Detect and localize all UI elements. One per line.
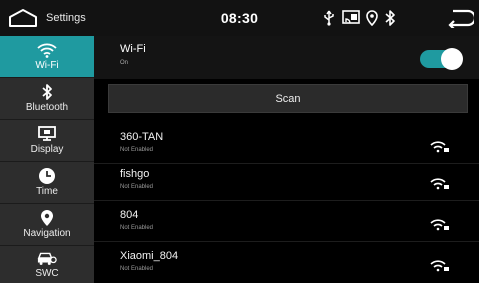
location-pin-icon <box>37 210 57 226</box>
sidebar-item-bluetooth[interactable]: Bluetooth <box>0 78 94 119</box>
wifi-locked-icon <box>430 219 449 231</box>
sidebar-item-label: SWC <box>35 268 59 279</box>
wifi-locked-icon <box>430 260 449 272</box>
bluetooth-icon <box>385 10 395 26</box>
scan-button[interactable]: Scan <box>108 84 468 113</box>
sidebar-item-wifi[interactable]: Wi-Fi <box>0 36 94 77</box>
wifi-title: Wi-Fi <box>120 43 146 55</box>
usb-icon <box>324 10 334 26</box>
sidebar-item-navigation[interactable]: Navigation <box>0 204 94 245</box>
sidebar-item-label: Bluetooth <box>25 102 69 113</box>
wifi-locked-icon <box>430 141 449 153</box>
wifi-toggle[interactable] <box>420 48 463 70</box>
network-status: Not Enabled <box>120 225 154 231</box>
wifi-state: On <box>120 60 129 66</box>
sidebar-item-label: Time <box>36 186 58 197</box>
network-name: 360-TAN <box>120 131 164 143</box>
sidebar-item-label: Navigation <box>23 228 71 239</box>
sidebar-item-time[interactable]: Time <box>0 162 94 203</box>
network-status: Not Enabled <box>120 184 154 190</box>
screen-mirror-icon <box>342 10 360 24</box>
wifi-icon <box>37 42 57 58</box>
home-button[interactable]: Settings <box>6 6 106 30</box>
wifi-locked-icon <box>430 178 449 190</box>
sidebar-item-label: Wi-Fi <box>35 60 59 71</box>
home-icon <box>9 9 37 27</box>
sidebar: Wi-Fi Bluetooth Display Time Navigation … <box>0 36 94 283</box>
sidebar-item-label: Display <box>30 144 64 155</box>
network-name: fishgo <box>120 168 150 180</box>
network-name: Xiaomi_804 <box>120 250 179 262</box>
bluetooth-icon <box>37 84 57 100</box>
clock-icon <box>37 168 57 184</box>
back-arrow-icon[interactable] <box>446 8 474 28</box>
network-row[interactable]: fishgo Not Enabled <box>94 164 479 201</box>
app-title: Settings <box>46 12 86 24</box>
network-status: Not Enabled <box>120 147 154 153</box>
wifi-toggle-row[interactable]: Wi-Fi On <box>94 36 479 79</box>
network-name: 804 <box>120 209 139 221</box>
location-icon <box>366 10 378 26</box>
toggle-knob <box>441 48 463 70</box>
status-icons <box>322 8 396 28</box>
wifi-settings-panel: Wi-Fi On Scan 360-TAN Not Enabled fishgo… <box>94 36 479 283</box>
network-row[interactable]: 804 Not Enabled <box>94 205 479 242</box>
network-row[interactable]: Xiaomi_804 Not Enabled <box>94 246 479 282</box>
display-icon <box>37 126 57 142</box>
network-row[interactable]: 360-TAN Not Enabled <box>94 127 479 164</box>
steering-wheel-control-icon <box>37 250 57 266</box>
sidebar-item-swc[interactable]: SWC <box>0 246 94 283</box>
sidebar-item-display[interactable]: Display <box>0 120 94 161</box>
status-bar: Settings 08:30 <box>0 0 479 36</box>
network-status: Not Enabled <box>120 266 154 272</box>
